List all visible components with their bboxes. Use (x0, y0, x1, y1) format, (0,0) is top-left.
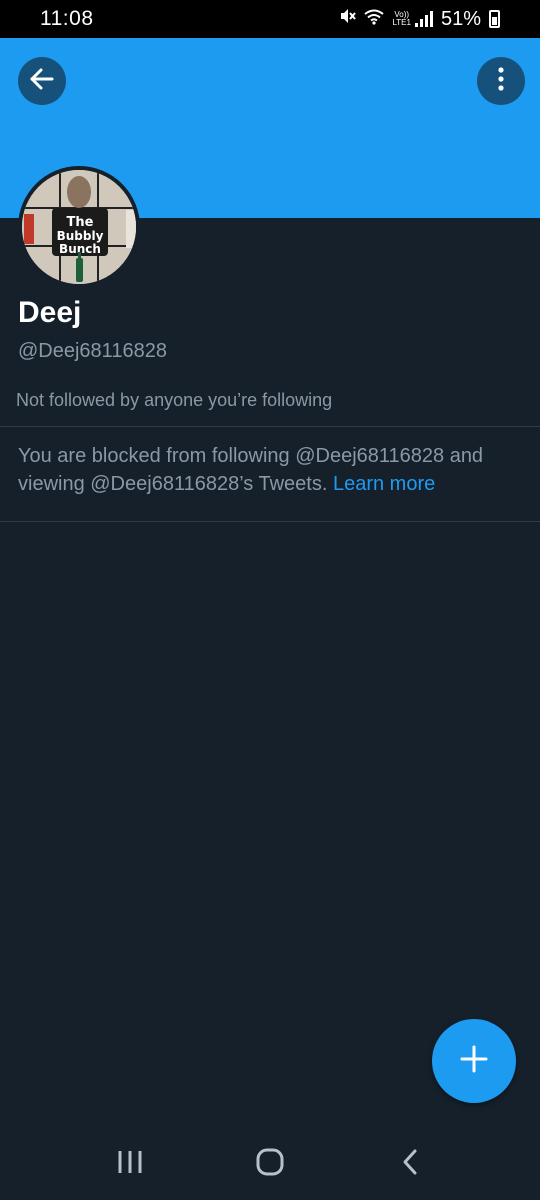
avatar-image: The Bubbly Bunch (22, 170, 136, 284)
signal-icon (414, 11, 433, 27)
avatar[interactable]: The Bubbly Bunch (18, 166, 140, 288)
learn-more-link[interactable]: Learn more (333, 473, 435, 495)
status-icons: Vo)) LTE1 51% (338, 7, 500, 31)
battery-icon (489, 10, 500, 28)
plus-icon (459, 1044, 489, 1079)
status-bar: 11:08 Vo)) LTE1 51% (0, 0, 540, 38)
wifi-icon (364, 8, 385, 31)
mute-icon (338, 7, 357, 31)
more-options-button[interactable] (477, 57, 525, 105)
system-nav-bar (0, 1128, 540, 1200)
divider (0, 521, 540, 522)
chevron-left-icon (400, 1148, 420, 1181)
home-circle-icon (255, 1147, 285, 1182)
more-vertical-icon (497, 66, 505, 97)
battery-percent: 51% (440, 7, 481, 30)
divider (0, 426, 540, 427)
lte-indicator: Vo)) LTE1 (392, 11, 433, 27)
recents-icon (116, 1149, 144, 1180)
status-time: 11:08 (40, 7, 94, 30)
system-back-button[interactable] (380, 1134, 440, 1194)
display-name: Deej (18, 296, 82, 329)
avatar-text-line-2: Bubbly (57, 229, 104, 243)
blocked-message: You are blocked from following @Deej6811… (18, 442, 523, 498)
recents-button[interactable] (100, 1134, 160, 1194)
avatar-text-line-1: The (67, 215, 94, 230)
compose-tweet-button[interactable] (432, 1019, 516, 1103)
back-button[interactable] (18, 57, 66, 105)
user-handle: @Deej68116828 (18, 340, 167, 362)
lte-label: LTE1 (392, 18, 411, 27)
home-button[interactable] (240, 1134, 300, 1194)
followed-by-text: Not followed by anyone you’re following (16, 390, 333, 410)
arrow-left-icon (29, 66, 55, 97)
